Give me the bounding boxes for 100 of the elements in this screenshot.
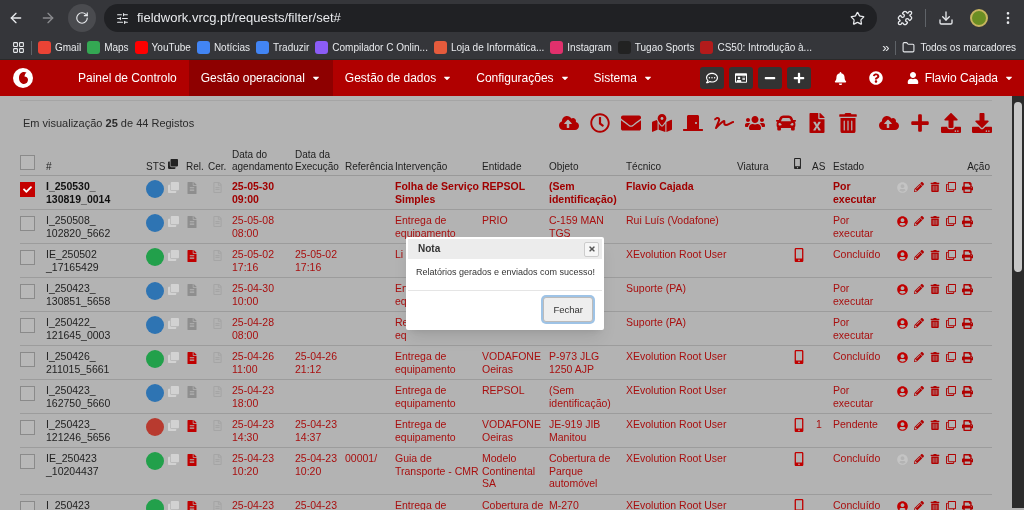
bookmark-link[interactable]: YouTube	[134, 40, 191, 55]
user-icon[interactable]	[897, 386, 908, 397]
edit-icon[interactable]	[914, 500, 924, 510]
bookmark-star-icon[interactable]	[850, 10, 865, 26]
print-icon[interactable]	[962, 250, 973, 261]
table-row[interactable]: I_250426_ 211015_5661 25-04-26 11:00 25-04-26 21:12 Entrega de equipamento VODAFONE Oeiras P-973 JLG 1250 AJP XEvolution Root User Concluído	[20, 346, 992, 380]
delete-icon[interactable]	[930, 420, 940, 430]
bookmark-link[interactable]: Instagram	[550, 40, 612, 55]
nav-menu-item[interactable]: Sistema	[581, 60, 665, 96]
print-icon[interactable]	[962, 182, 973, 193]
extensions-icon[interactable]	[897, 10, 913, 26]
bell-icon[interactable]	[833, 71, 847, 85]
user-icon[interactable]	[897, 284, 908, 295]
profile-avatar[interactable]	[970, 9, 988, 27]
user-icon[interactable]	[897, 352, 908, 363]
duplicate-icon[interactable]	[946, 182, 956, 192]
bookmark-link[interactable]: Maps	[87, 40, 129, 55]
help-icon[interactable]	[868, 71, 883, 85]
duplicate-icon[interactable]	[946, 250, 956, 260]
scrollbar[interactable]	[1012, 96, 1024, 508]
edit-icon[interactable]	[914, 352, 924, 362]
zoom-out-button[interactable]	[757, 67, 782, 89]
print-icon[interactable]	[962, 352, 973, 363]
report-file-icon[interactable]	[186, 250, 198, 262]
delete-icon[interactable]	[930, 500, 940, 510]
car-icon[interactable]	[776, 113, 796, 133]
reload-icon[interactable]	[75, 11, 89, 25]
cloud-upload-icon[interactable]	[879, 113, 899, 133]
delete-icon[interactable]	[930, 318, 940, 328]
bookmark-link[interactable]: Notícias	[196, 40, 250, 55]
print-icon[interactable]	[962, 454, 973, 465]
user-icon[interactable]	[897, 216, 908, 227]
edit-icon[interactable]	[914, 216, 924, 226]
zoom-in-button[interactable]	[786, 67, 811, 89]
close-button[interactable]	[584, 241, 599, 257]
edit-icon[interactable]	[914, 454, 924, 464]
clock-icon[interactable]	[590, 113, 610, 133]
map-icon[interactable]	[652, 113, 672, 133]
edit-icon[interactable]	[914, 250, 924, 260]
print-icon[interactable]	[962, 318, 973, 329]
report-file-icon[interactable]	[186, 352, 198, 364]
delete-icon[interactable]	[930, 216, 940, 226]
print-icon[interactable]	[962, 500, 973, 510]
site-info-icon[interactable]	[116, 11, 129, 25]
upload-icon[interactable]	[941, 113, 961, 133]
more-bookmarks-button[interactable]: »	[882, 37, 890, 58]
table-row[interactable]: IE_250423 _10204437 25-04-23 10:20 25-04-23 10:20 00001/ Guia de Transporte - CMR Modelo Continental SA Cobertura de Parque automóvel XEvolution Root User Concluído	[20, 448, 992, 495]
delete-icon[interactable]	[930, 352, 940, 362]
trash-icon[interactable]	[838, 113, 858, 133]
envelope-icon[interactable]	[621, 113, 641, 133]
nav-menu-item[interactable]: Painel de Controlo	[66, 60, 189, 96]
reload-button[interactable]	[68, 4, 96, 32]
print-icon[interactable]	[962, 386, 973, 397]
bookmark-link[interactable]: Tugao Sports	[617, 40, 695, 55]
delete-icon[interactable]	[930, 250, 940, 260]
row-checkbox[interactable]	[20, 216, 35, 231]
report-file-icon[interactable]	[186, 500, 198, 510]
nav-menu-item[interactable]: Gestão de dados	[332, 60, 465, 96]
chat-button[interactable]	[699, 67, 724, 89]
user-icon[interactable]	[897, 250, 908, 261]
user-icon[interactable]	[897, 420, 908, 431]
print-icon[interactable]	[962, 216, 973, 227]
row-checkbox[interactable]	[20, 155, 35, 170]
duplicate-icon[interactable]	[946, 454, 956, 464]
excel-file-icon[interactable]	[807, 113, 827, 133]
report-file-icon[interactable]	[186, 420, 198, 432]
duplicate-icon[interactable]	[946, 352, 956, 362]
id-card-button[interactable]	[728, 67, 753, 89]
table-row[interactable]: I_250423_ 162750_5660 25-04-23 18:00 Entrega de equipamento REPSOL (Sem identificação) XEvolution Root User Por executar	[20, 380, 992, 414]
delete-icon[interactable]	[930, 454, 940, 464]
row-checkbox[interactable]	[20, 386, 35, 401]
print-icon[interactable]	[962, 284, 973, 295]
forward-icon[interactable]	[40, 10, 56, 26]
row-checkbox[interactable]	[20, 182, 35, 197]
user-menu[interactable]: Flavio Cajada	[906, 69, 1014, 87]
bookmark-link[interactable]: Gmail	[38, 40, 82, 55]
row-checkbox[interactable]	[20, 250, 35, 265]
row-checkbox[interactable]	[20, 454, 35, 469]
delete-icon[interactable]	[930, 182, 940, 192]
edit-icon[interactable]	[914, 386, 924, 396]
row-checkbox[interactable]	[20, 284, 35, 299]
all-bookmarks-link[interactable]: Todos os marcadores	[902, 40, 1016, 55]
bookmark-link[interactable]: Loja de Informática...	[433, 40, 545, 55]
duplicate-icon[interactable]	[946, 216, 956, 226]
row-checkbox[interactable]	[20, 420, 35, 435]
apps-icon[interactable]	[12, 41, 25, 54]
address-bar[interactable]: fieldwork.vrcg.pt/requests/filter/set#	[104, 4, 877, 32]
table-row[interactable]: I_250423_ 121246_5656 25-04-23 14:30 25-04-23 14:37 Entrega de equipamento VODAFONE Oeiras JE-919 JIB Manitou XEvolution Root User 1 Pendente	[20, 414, 992, 448]
row-checkbox[interactable]	[20, 352, 35, 367]
door-icon[interactable]	[683, 113, 703, 133]
bookmark-link[interactable]: CS50: Introdução à...	[700, 40, 812, 55]
edit-icon[interactable]	[914, 182, 924, 192]
edit-icon[interactable]	[914, 284, 924, 294]
table-row[interactable]: I_250530_ 130819_0014 25-05-30 09:00 Folha de Serviço Simples REPSOL (Sem identificação) Flavio Cajada Por executar	[20, 176, 992, 210]
report-file-icon[interactable]	[186, 454, 198, 466]
nav-menu-item[interactable]: Gestão operacional	[188, 60, 333, 96]
duplicate-icon[interactable]	[946, 318, 956, 328]
download-icon[interactable]	[938, 10, 954, 26]
user-icon[interactable]	[897, 500, 908, 510]
duplicate-icon[interactable]	[946, 420, 956, 430]
